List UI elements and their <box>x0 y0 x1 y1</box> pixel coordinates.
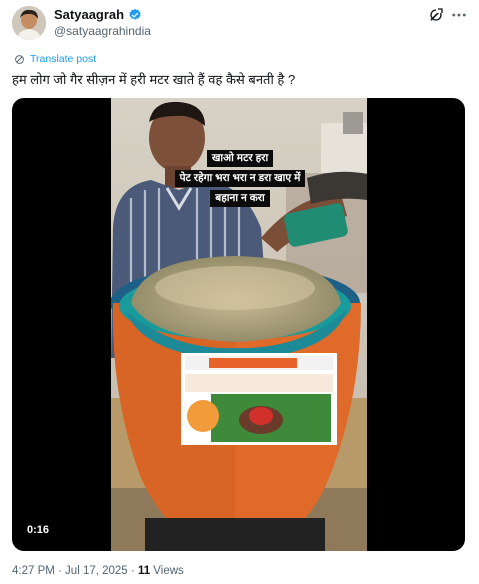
author-avatar[interactable] <box>12 6 46 40</box>
post-metadata: 4:27 PM · Jul 17, 2025 · 11 Views <box>12 565 184 577</box>
video-frame[interactable]: खाओ मटर हरा पेट रहेगा भरा भरा न डरा खाए … <box>111 98 367 551</box>
translate-post-link[interactable]: Translate post <box>14 53 96 65</box>
avatar-image <box>12 6 46 40</box>
caption-line-3: बहाना न करा <box>210 190 270 207</box>
video-duration: 0:16 <box>27 524 50 536</box>
author-handle[interactable]: @satyaagrahindia <box>54 24 151 38</box>
author-name-row[interactable]: Satyaagrah <box>54 7 142 22</box>
post-timestamp[interactable]: 4:27 PM · Jul 17, 2025 · <box>12 565 138 577</box>
verified-badge-icon <box>129 8 141 20</box>
video-caption: खाओ मटर हरा पेट रहेगा भरा भरा न डरा खाए … <box>161 150 319 207</box>
video-player[interactable]: खाओ मटर हरा पेट रहेगा भरा भरा न डरा खाए … <box>12 98 465 551</box>
author-name[interactable]: Satyaagrah <box>54 7 124 22</box>
more-icon[interactable] <box>450 7 468 23</box>
tweet-text: हम लोग जो गैर सीज़न में हरी मटर खाते हैं… <box>12 72 296 87</box>
caption-line-2: पेट रहेगा भरा भरा न डरा खाए में <box>174 170 306 187</box>
views-count: 11 <box>137 565 151 577</box>
translate-label: Translate post <box>30 53 97 65</box>
caption-line-1: खाओ मटर हरा <box>206 150 274 167</box>
views-label: Views <box>150 565 184 577</box>
grok-icon[interactable] <box>428 7 444 23</box>
translate-icon <box>15 54 24 64</box>
